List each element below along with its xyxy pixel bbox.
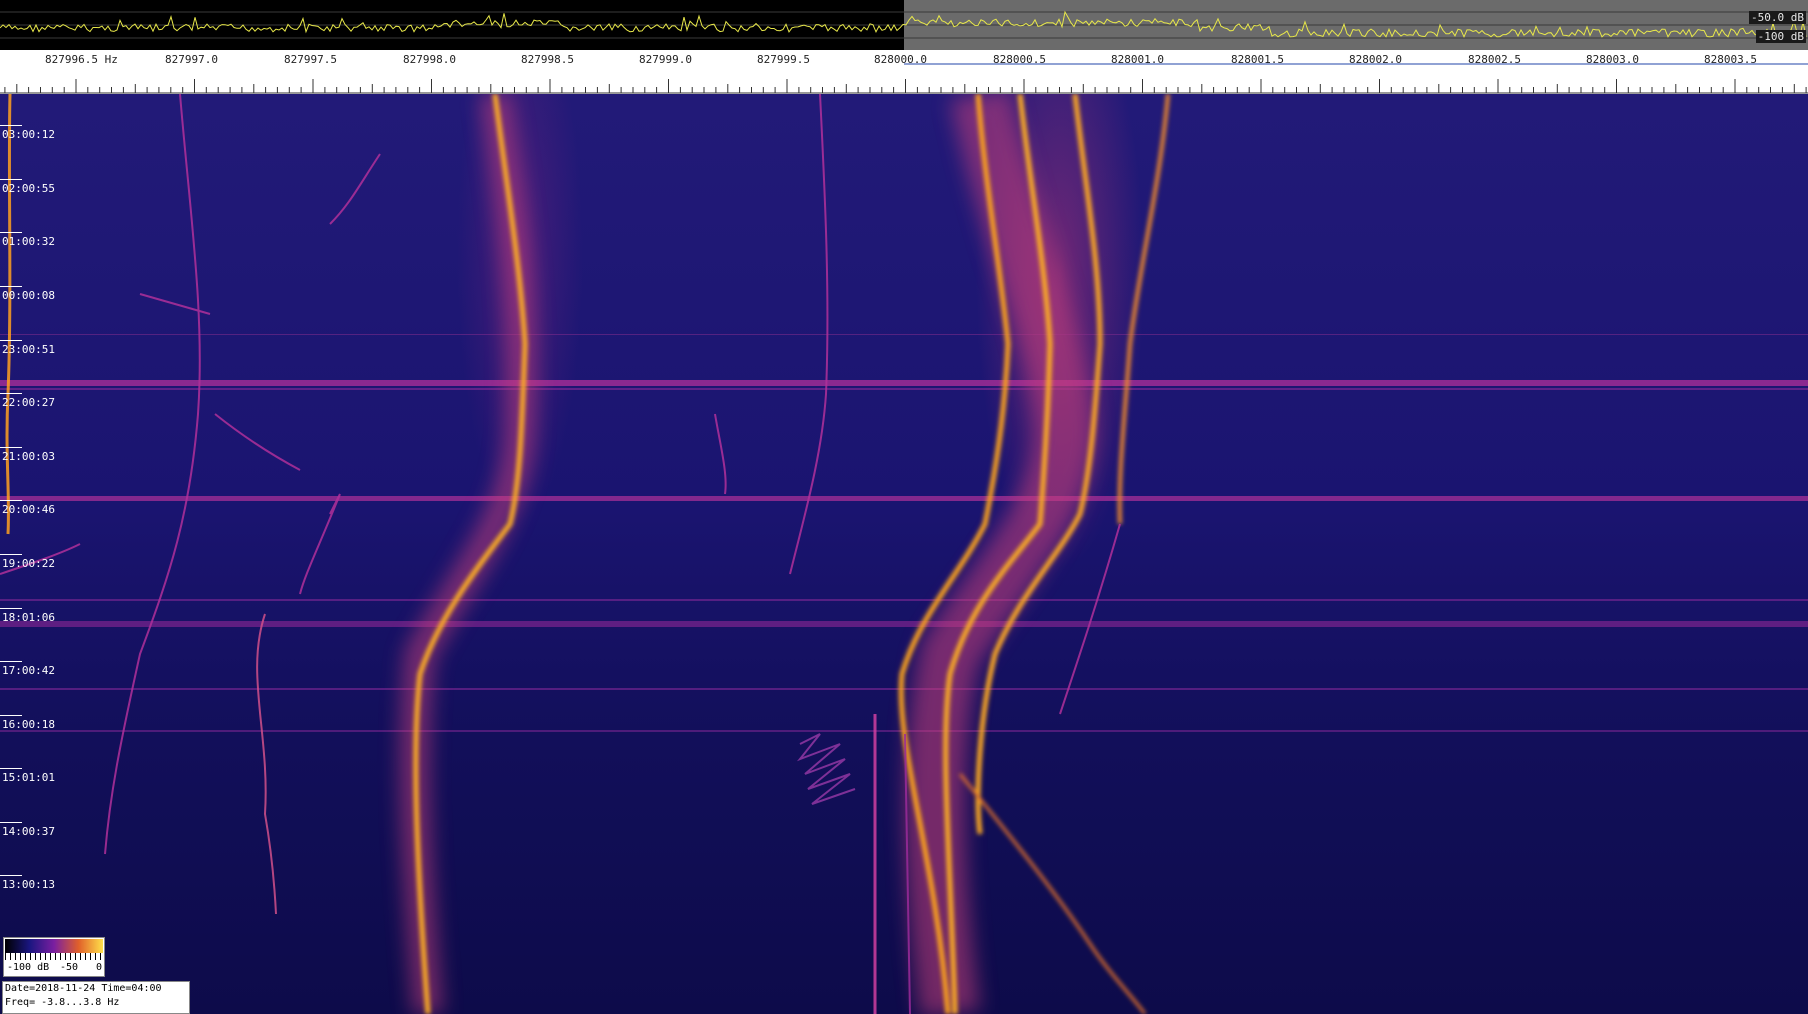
- weak-trace: [104, 94, 201, 855]
- band: [0, 688, 1808, 690]
- time-label: 00:00:08: [0, 286, 55, 302]
- spectrum-svg: [0, 10, 1808, 39]
- time-label: 21:00:03: [0, 447, 55, 463]
- freq-label: 827997.5: [284, 53, 337, 66]
- band: [0, 334, 1808, 335]
- time-label: 13:00:13: [0, 875, 55, 891]
- band: [0, 599, 1808, 601]
- time-label: 03:00:12: [0, 125, 55, 141]
- frequency-scale[interactable]: 827996.5 Hz 827997.0 827997.5 827998.0 8…: [0, 50, 1808, 94]
- weak-trace: [1059, 523, 1121, 715]
- time-label: 23:00:51: [0, 340, 55, 356]
- carrier-trace: [958, 773, 1147, 1014]
- weak-trace: [714, 413, 727, 495]
- color-palette-legend: -100 dB -50 0: [3, 937, 105, 977]
- weak-trace: [329, 153, 381, 225]
- time-label: 22:00:27: [0, 393, 55, 409]
- freq-label: 828003.5: [1704, 53, 1757, 66]
- waterfall-display[interactable]: 03:00:12 02:00:55 01:00:32 00:00:08 23:0…: [0, 94, 1808, 1014]
- freq-label: 828003.0: [1586, 53, 1639, 66]
- carrier-trace: [1117, 94, 1170, 525]
- band: [0, 621, 1808, 627]
- time-label: 17:00:42: [0, 661, 55, 677]
- weak-trace: [5, 94, 12, 535]
- spectrogram-window: -50.0 dB -100 dB 827996.5 Hz 827997.0 82…: [0, 0, 1808, 1014]
- db-top-label: -50.0 dB: [1749, 11, 1806, 24]
- time-label: 01:00:32: [0, 232, 55, 248]
- palette-gradient: [5, 939, 103, 953]
- zigzag-artifact: [796, 733, 856, 805]
- freq-label: 827996.5 Hz: [45, 53, 118, 66]
- spectrum-trace: [0, 10, 1807, 39]
- time-label: 20:00:46: [0, 500, 55, 516]
- time-label: 18:01:06: [0, 608, 55, 624]
- info-frequency: Freq= -3.8...3.8 Hz: [5, 997, 120, 1008]
- band: [0, 496, 1808, 501]
- weak-trace: [214, 413, 301, 471]
- weak-trace: [139, 293, 211, 315]
- freq-label: 827999.5: [757, 53, 810, 66]
- bright-traces: [413, 94, 1170, 1014]
- freq-label: 828000.5: [993, 53, 1046, 66]
- weak-trace: [299, 493, 341, 595]
- time-label: 16:00:18: [0, 715, 55, 731]
- weak-trace: [256, 613, 277, 915]
- band: [0, 380, 1808, 386]
- freq-label: 827997.0: [165, 53, 218, 66]
- time-label: 02:00:55: [0, 179, 55, 195]
- spectrum-panel[interactable]: -50.0 dB -100 dB: [0, 0, 1808, 51]
- palette-mid-label: -50: [60, 962, 79, 973]
- db-bottom-label: -100 dB: [1755, 30, 1806, 43]
- band: [0, 388, 1808, 390]
- freq-label: 827998.0: [403, 53, 456, 66]
- palette-max-label: 0: [96, 962, 103, 973]
- time-label: 15:01:01: [0, 768, 55, 784]
- freq-label: 828000.0: [874, 53, 927, 66]
- palette-ticks: [5, 953, 103, 960]
- freq-label: 827999.0: [639, 53, 692, 66]
- time-label: 14:00:37: [0, 822, 55, 838]
- freq-label: 828002.0: [1349, 53, 1402, 66]
- info-date-time: Date=2018-11-24 Time=04:00: [5, 983, 162, 994]
- info-box: Date=2018-11-24 Time=04:00 Freq= -3.8...…: [2, 981, 190, 1014]
- freq-label: 828002.5: [1468, 53, 1521, 66]
- freq-label: 827998.5: [521, 53, 574, 66]
- freq-label: 828001.0: [1111, 53, 1164, 66]
- time-label: 19:00:22: [0, 554, 55, 570]
- freq-label: 828001.5: [1231, 53, 1284, 66]
- palette-min-label: -100 dB: [7, 962, 50, 973]
- waterfall-traces: [0, 94, 1808, 1014]
